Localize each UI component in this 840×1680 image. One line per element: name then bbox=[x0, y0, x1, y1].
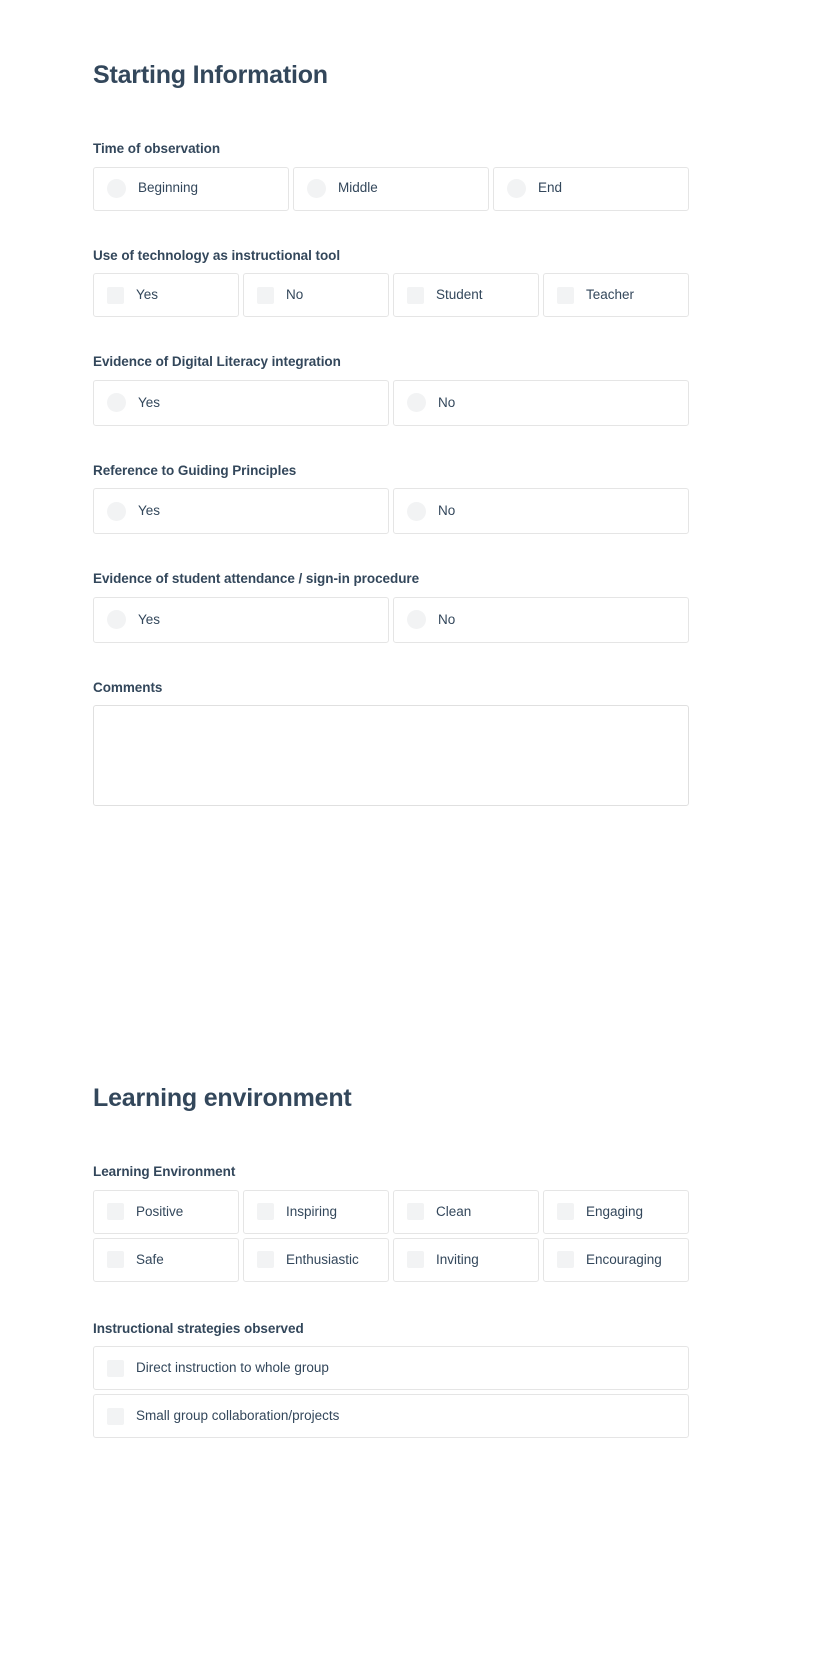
checkbox-icon[interactable] bbox=[257, 1251, 274, 1269]
option-no[interactable]: No bbox=[393, 596, 689, 643]
option-label: End bbox=[537, 180, 562, 196]
section-title-learning-environment: Learning environment bbox=[93, 1084, 352, 1113]
field-label: Evidence of Digital Literacy integration bbox=[93, 354, 341, 370]
field-label: Time of observation bbox=[93, 141, 221, 156]
field-label: Reference to Guiding Principles bbox=[93, 462, 297, 478]
field-time-of-observation: Time of observation Beginning Middle End bbox=[93, 140, 689, 211]
option-positive[interactable]: Positive bbox=[93, 1189, 239, 1234]
field-instructional-strategies: Instructional strategies observed Direct… bbox=[93, 1320, 689, 1439]
checkbox-icon[interactable] bbox=[107, 286, 124, 304]
option-label: Yes bbox=[138, 394, 161, 410]
option-group-guiding-principles: Yes No bbox=[93, 488, 689, 535]
option-encouraging[interactable]: Encouraging bbox=[543, 1237, 689, 1282]
field-label: Learning Environment bbox=[93, 1164, 236, 1180]
radio-icon[interactable] bbox=[407, 393, 426, 413]
option-label: Student bbox=[436, 287, 483, 302]
field-comments: Comments bbox=[93, 679, 689, 812]
field-student-attendance: Evidence of student attendance / sign-in… bbox=[93, 570, 689, 643]
option-enthusiastic[interactable]: Enthusiastic bbox=[243, 1237, 389, 1282]
option-yes[interactable]: Yes bbox=[93, 596, 389, 643]
option-label: Encouraging bbox=[586, 1251, 662, 1267]
radio-icon[interactable] bbox=[107, 393, 126, 413]
radio-icon[interactable] bbox=[506, 179, 526, 199]
radio-icon[interactable] bbox=[407, 610, 426, 630]
option-label: Direct instruction to whole group bbox=[136, 1360, 329, 1376]
field-label: Evidence of student attendance / sign-in… bbox=[93, 571, 420, 587]
option-label: Enthusiastic bbox=[286, 1251, 359, 1267]
option-yes[interactable]: Yes bbox=[93, 488, 389, 535]
option-label: Yes bbox=[138, 611, 161, 627]
radio-icon[interactable] bbox=[107, 179, 126, 199]
field-learning-environment: Learning Environment Positive Inspiring … bbox=[93, 1163, 689, 1282]
option-yes[interactable]: Yes bbox=[93, 379, 389, 426]
option-safe[interactable]: Safe bbox=[93, 1237, 239, 1282]
checkbox-icon[interactable] bbox=[107, 1203, 124, 1221]
option-group-learning-environment: Positive Inspiring Clean Engaging Safe E… bbox=[93, 1189, 689, 1282]
radio-icon[interactable] bbox=[107, 610, 126, 630]
field-label: Comments bbox=[93, 679, 163, 695]
option-yes[interactable]: Yes bbox=[93, 273, 239, 318]
checkbox-icon[interactable] bbox=[257, 286, 274, 304]
option-label: No bbox=[438, 503, 456, 519]
option-label: Inspiring bbox=[286, 1203, 338, 1219]
option-label: Teacher bbox=[586, 287, 635, 302]
checkbox-icon[interactable] bbox=[107, 1359, 124, 1377]
option-engaging[interactable]: Engaging bbox=[543, 1189, 689, 1234]
option-label: No bbox=[286, 287, 304, 302]
option-label: Small group collaboration/projects bbox=[136, 1408, 340, 1424]
option-group-time-of-observation: Beginning Middle End bbox=[93, 166, 689, 211]
field-reference-guiding-principles: Reference to Guiding Principles Yes No bbox=[93, 462, 689, 535]
form-page: Starting Information Time of observation… bbox=[0, 0, 840, 1680]
option-group-digital-literacy: Yes No bbox=[93, 379, 689, 426]
option-middle[interactable]: Middle bbox=[292, 166, 489, 211]
option-no[interactable]: No bbox=[393, 379, 689, 426]
option-student[interactable]: Student bbox=[393, 273, 539, 318]
field-use-of-technology: Use of technology as instructional tool … bbox=[93, 247, 689, 318]
option-group-use-of-technology: Yes No Student Teacher bbox=[93, 273, 689, 318]
checkbox-icon[interactable] bbox=[407, 1203, 424, 1221]
checkbox-icon[interactable] bbox=[557, 1203, 574, 1221]
option-small-group-collaboration[interactable]: Small group collaboration/projects bbox=[93, 1394, 689, 1439]
checkbox-icon[interactable] bbox=[557, 286, 574, 304]
radio-icon[interactable] bbox=[306, 179, 326, 199]
option-no[interactable]: No bbox=[243, 273, 389, 318]
option-label: Yes bbox=[136, 287, 159, 302]
option-inviting[interactable]: Inviting bbox=[393, 1237, 539, 1282]
checkbox-icon[interactable] bbox=[257, 1203, 274, 1221]
field-label: Instructional strategies observed bbox=[93, 1320, 304, 1336]
option-label: Clean bbox=[436, 1203, 472, 1219]
option-label: Yes bbox=[138, 503, 161, 519]
option-label: Positive bbox=[136, 1203, 184, 1219]
field-label: Use of technology as instructional tool bbox=[93, 247, 341, 263]
option-direct-instruction-whole-group[interactable]: Direct instruction to whole group bbox=[93, 1346, 689, 1391]
option-end[interactable]: End bbox=[492, 166, 689, 211]
option-label: Middle bbox=[337, 180, 378, 196]
option-label: No bbox=[438, 611, 456, 627]
checkbox-icon[interactable] bbox=[107, 1251, 124, 1269]
checkbox-icon[interactable] bbox=[557, 1251, 574, 1269]
section-title-starting-information: Starting Information bbox=[93, 61, 328, 89]
option-beginning[interactable]: Beginning bbox=[93, 166, 289, 211]
option-label: Inviting bbox=[436, 1251, 479, 1267]
option-label: Beginning bbox=[138, 180, 199, 196]
option-teacher[interactable]: Teacher bbox=[543, 273, 689, 318]
option-no[interactable]: No bbox=[393, 488, 689, 535]
option-label: Safe bbox=[136, 1251, 164, 1267]
comments-textarea[interactable] bbox=[93, 705, 689, 807]
checkbox-icon[interactable] bbox=[407, 1251, 424, 1269]
radio-icon[interactable] bbox=[107, 501, 126, 521]
checkbox-icon[interactable] bbox=[107, 1407, 124, 1425]
form-container: Starting Information Time of observation… bbox=[93, 0, 689, 1439]
radio-icon[interactable] bbox=[407, 501, 426, 521]
checkbox-icon[interactable] bbox=[407, 286, 424, 304]
option-clean[interactable]: Clean bbox=[393, 1189, 539, 1234]
option-inspiring[interactable]: Inspiring bbox=[243, 1189, 389, 1234]
field-digital-literacy-integration: Evidence of Digital Literacy integration… bbox=[93, 353, 689, 426]
option-group-student-attendance: Yes No bbox=[93, 596, 689, 643]
option-label: No bbox=[438, 394, 456, 410]
option-group-instructional-strategies: Direct instruction to whole group Small … bbox=[93, 1346, 689, 1439]
option-label: Engaging bbox=[586, 1203, 644, 1219]
